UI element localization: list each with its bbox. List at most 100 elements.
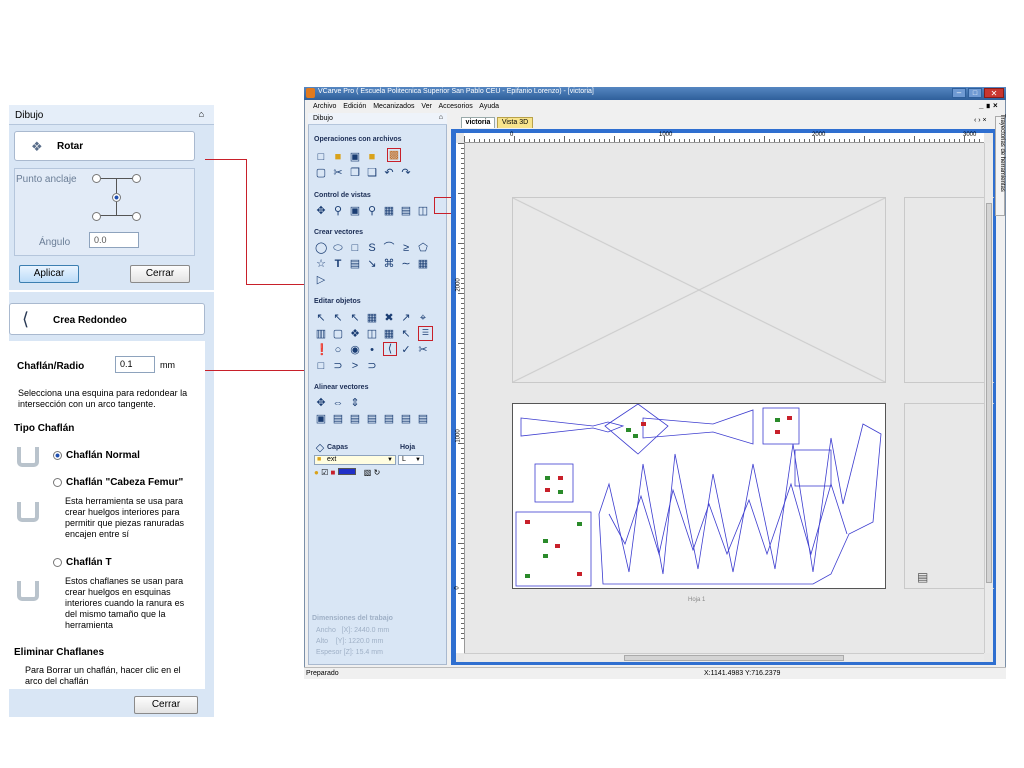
node-icon[interactable]: • xyxy=(366,344,378,356)
menu-mecanizados[interactable]: Mecanizados xyxy=(373,103,414,110)
zoom-icon[interactable]: ⚲ xyxy=(332,205,344,217)
select-icon[interactable]: ↖ xyxy=(315,312,327,324)
toolpaths-side-tab[interactable]: Trayectorias de herramientas xyxy=(995,114,1005,216)
close-window-button[interactable]: ✕ xyxy=(984,88,1004,98)
tab-victoria[interactable]: victoria xyxy=(461,117,495,128)
scroll-thumb[interactable] xyxy=(986,203,992,583)
trace-icon[interactable]: ∼ xyxy=(400,258,412,270)
bulb-icon[interactable]: ● xyxy=(314,468,319,477)
ellipse-icon[interactable]: ⬭ xyxy=(332,242,344,254)
pin-icon[interactable]: ⌂ xyxy=(439,114,443,121)
zigzag-icon[interactable]: ≥ xyxy=(400,242,412,254)
measure-icon[interactable]: ⌖ xyxy=(417,312,429,324)
tbone-icon[interactable]: > xyxy=(349,360,361,372)
menu-archivo[interactable]: Archivo xyxy=(313,103,336,110)
chamfer-normal-radio[interactable]: Chaflán Normal xyxy=(53,450,140,461)
fillet-close-button[interactable]: Cerrar xyxy=(134,696,198,714)
rotate-tool-button[interactable]: ❖ Rotar xyxy=(14,131,195,161)
checkbox-icon[interactable]: ☑ xyxy=(321,468,328,477)
sheet-stack-icon[interactable]: ▤ xyxy=(917,570,928,584)
menu-ayuda[interactable]: Ayuda xyxy=(479,103,499,110)
array-icon[interactable]: ▦ xyxy=(417,258,429,270)
zoom-box-icon[interactable]: ▣ xyxy=(349,205,361,217)
copy-icon[interactable]: ❐ xyxy=(349,167,361,179)
import-folder-icon[interactable]: ■ xyxy=(366,151,378,163)
align-hcenter-icon[interactable]: ⇔ xyxy=(332,397,344,409)
group-icon[interactable]: ▦ xyxy=(366,312,378,324)
star-icon[interactable]: ☆ xyxy=(315,258,327,270)
maximize-button[interactable]: □ xyxy=(968,88,982,98)
lock-icon[interactable]: ■ xyxy=(330,468,335,477)
pin-icon[interactable]: ⌂ xyxy=(199,109,204,119)
layer-props-icon[interactable]: ▧ xyxy=(364,468,372,477)
zoom-out-icon[interactable]: ⚲ xyxy=(366,205,378,217)
text-icon[interactable]: T xyxy=(332,258,344,270)
join-icon[interactable]: ◉ xyxy=(349,344,361,356)
chamfer-femur-radio[interactable]: Chaflán "Cabeza Femur" xyxy=(53,477,183,488)
transform-icon[interactable]: ↖ xyxy=(349,312,361,324)
apply-button[interactable]: Aplicar xyxy=(19,265,79,283)
angle-input[interactable]: 0.0 xyxy=(89,232,139,248)
scale-icon[interactable]: ↗ xyxy=(400,312,412,324)
select-all-icon[interactable]: ▢ xyxy=(315,167,327,179)
save-icon[interactable]: ▣ xyxy=(349,151,361,163)
draw-arrow-icon[interactable]: ▷ xyxy=(315,274,327,286)
create-fillet-icon[interactable]: ⟨ xyxy=(383,342,397,356)
tab-nav-controls[interactable]: ‹ › × xyxy=(974,117,987,124)
node-edit-icon[interactable]: ↖ xyxy=(332,312,344,324)
curve-fit-icon[interactable]: ○ xyxy=(332,344,344,356)
menu-edicion[interactable]: Edición xyxy=(343,103,366,110)
layer-select[interactable]: ■ ext ▼ xyxy=(314,455,396,465)
polyline-icon[interactable]: S xyxy=(366,242,378,254)
align-top-icon[interactable]: ▤ xyxy=(366,413,378,425)
mirror-icon[interactable]: ◫ xyxy=(366,328,378,340)
layer-refresh-icon[interactable]: ↻ xyxy=(374,468,381,477)
align-box-icon[interactable]: ▣ xyxy=(315,413,327,425)
text-on-curve-icon[interactable]: ▤ xyxy=(349,258,361,270)
size-icon[interactable]: ▢ xyxy=(332,328,344,340)
minimize-button[interactable]: – xyxy=(952,88,966,98)
rotate-close-button[interactable]: Cerrar xyxy=(130,265,190,283)
scissors-icon[interactable]: ✂ xyxy=(417,344,429,356)
rectangle-icon[interactable]: □ xyxy=(349,242,361,254)
align-center-icon[interactable]: ✥ xyxy=(315,397,327,409)
open-folder-icon[interactable]: ■ xyxy=(332,151,344,163)
paste-icon[interactable]: ❑ xyxy=(366,167,378,179)
view-split-icon[interactable]: ◫ xyxy=(417,205,429,217)
boundary-icon[interactable]: ⊃ xyxy=(366,360,378,372)
active-sheet[interactable] xyxy=(512,403,886,589)
fillet-tool-icon[interactable]: ☰ xyxy=(418,326,433,341)
sheet-select[interactable]: L ▼ xyxy=(398,455,424,465)
new-file-icon[interactable]: □ xyxy=(315,151,327,163)
tab-vista-3d[interactable]: Vista 3D xyxy=(497,117,533,128)
rotate-tool-icon[interactable]: ❖ xyxy=(349,328,361,340)
align-right-icon[interactable]: ▤ xyxy=(349,413,361,425)
radius-input[interactable]: 0.1 xyxy=(115,356,155,373)
move-icon[interactable]: ▥ xyxy=(315,328,327,340)
view-extents-icon[interactable]: ▤ xyxy=(400,205,412,217)
arc-icon[interactable]: ⌒ xyxy=(383,242,395,254)
redo-icon[interactable]: ↷ xyxy=(400,167,412,179)
mdi-controls[interactable]: _ ∎ × xyxy=(979,101,998,110)
trim-icon[interactable]: ❗ xyxy=(315,344,329,356)
import-image-icon[interactable]: ▩ xyxy=(387,148,401,162)
distort-icon[interactable]: ▦ xyxy=(383,328,395,340)
space-v-icon[interactable]: ▤ xyxy=(417,413,429,425)
chamfer-t-radio[interactable]: Chaflán T xyxy=(53,557,112,568)
anchor-selector[interactable] xyxy=(92,174,142,221)
offset-icon[interactable]: □ xyxy=(315,360,327,372)
horizontal-scrollbar[interactable] xyxy=(464,653,984,662)
extend-icon[interactable]: ✓ xyxy=(400,344,412,356)
undo-icon[interactable]: ↶ xyxy=(383,167,395,179)
polygon-icon[interactable]: ⬠ xyxy=(417,242,429,254)
menu-accesorios[interactable]: Accesorios xyxy=(439,103,473,110)
align-vcenter-icon[interactable]: ⇕ xyxy=(349,397,361,409)
pan-icon[interactable]: ✥ xyxy=(315,205,327,217)
layer-controls[interactable]: ● ☑ ■ ▧ ↻ xyxy=(314,468,434,478)
menu-ver[interactable]: Ver xyxy=(421,103,432,110)
align-left-icon[interactable]: ▤ xyxy=(332,413,344,425)
ungroup-icon[interactable]: ✖ xyxy=(383,312,395,324)
dogbone-icon[interactable]: ⊃ xyxy=(332,360,344,372)
weld-icon[interactable]: ⌘ xyxy=(383,258,395,270)
align-bottom-icon[interactable]: ▤ xyxy=(383,413,395,425)
